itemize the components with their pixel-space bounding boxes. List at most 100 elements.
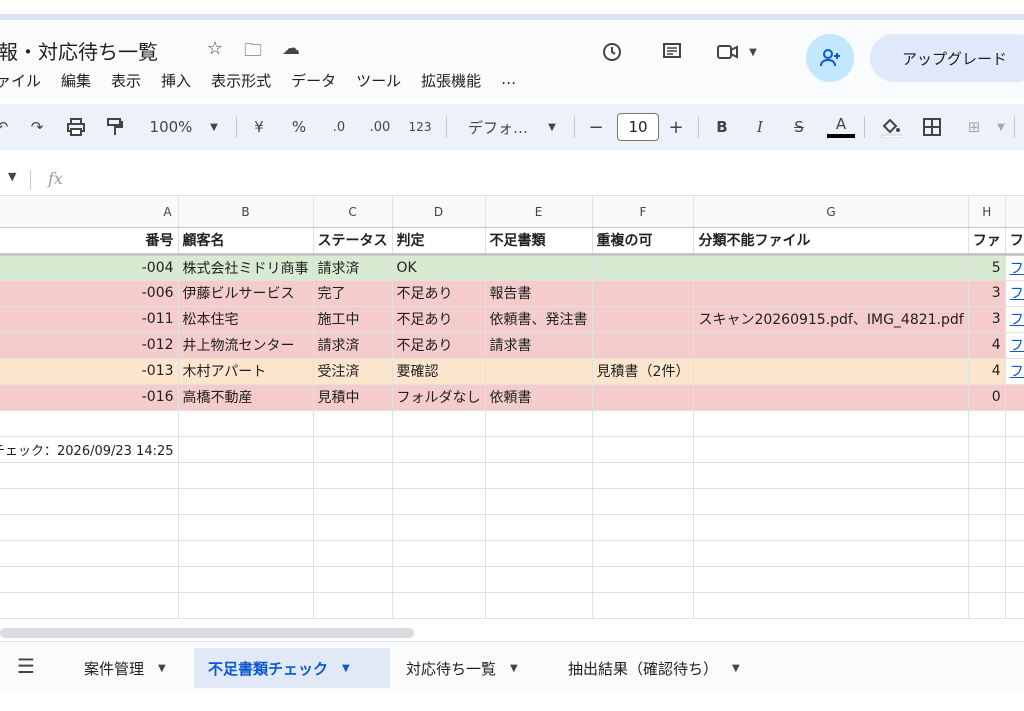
header-cell[interactable]: 判定 — [392, 227, 486, 256]
cell-empty[interactable] — [592, 462, 695, 489]
cell-empty[interactable] — [1005, 488, 1024, 515]
cell-empty[interactable] — [313, 592, 393, 619]
cell-empty[interactable] — [592, 514, 695, 541]
spreadsheet-grid[interactable]: A B C D E F G H I J 番号 顧客名 ステータス 判定 不足書類… — [0, 197, 1024, 637]
cell-number[interactable]: -013 — [0, 358, 179, 385]
cell-unclassified[interactable] — [693, 384, 969, 411]
cell-missing-docs[interactable]: 依頼書、発注書 — [485, 306, 593, 333]
italic-button[interactable]: I — [750, 104, 770, 150]
cell-empty[interactable] — [0, 592, 179, 619]
currency-format[interactable]: ¥ — [250, 104, 268, 150]
cell-status[interactable]: 見積中 — [313, 384, 393, 411]
cell-empty[interactable] — [693, 540, 969, 567]
zoom-select[interactable]: 100% — [146, 104, 196, 150]
zoom-dropdown-icon[interactable]: ▼ — [206, 104, 222, 150]
cell-empty[interactable] — [178, 592, 314, 619]
cell-folder-link[interactable]: フォルダを開く — [1005, 280, 1024, 307]
cell-missing-docs[interactable]: 依頼書 — [485, 384, 593, 411]
cell-judgement[interactable]: 不足あり — [392, 280, 486, 307]
cell-empty[interactable] — [485, 592, 593, 619]
cell-empty[interactable] — [1005, 436, 1024, 463]
cell-folder-link[interactable]: フォルダを開く — [1005, 306, 1024, 333]
sheet-table[interactable]: A B C D E F G H I J 番号 顧客名 ステータス 判定 不足書類… — [0, 197, 1024, 619]
cell-status[interactable]: 請求済 — [313, 254, 393, 281]
cell-empty[interactable] — [592, 410, 695, 437]
cell-empty[interactable] — [178, 462, 314, 489]
cell-empty[interactable] — [693, 488, 969, 515]
cell-empty[interactable] — [0, 462, 179, 489]
cell-empty[interactable] — [0, 566, 179, 593]
meet-dropdown-icon[interactable]: ▼ — [744, 36, 762, 68]
percent-format[interactable]: % — [288, 104, 310, 150]
cell-empty[interactable] — [313, 436, 393, 463]
cloud-status-icon[interactable]: ☁ — [279, 38, 303, 68]
cell-empty[interactable] — [392, 436, 486, 463]
cell-empty[interactable] — [392, 462, 486, 489]
cell-status[interactable]: 請求済 — [313, 332, 393, 359]
cell-folder-link[interactable]: フォルダを開く — [1005, 254, 1024, 281]
cell-empty[interactable] — [693, 436, 969, 463]
cell-missing-docs[interactable]: 報告書 — [485, 280, 593, 307]
redo-icon[interactable]: ↷ — [26, 104, 48, 150]
cell-status[interactable]: 受注済 — [313, 358, 393, 385]
font-dropdown-icon[interactable]: ▼ — [545, 104, 559, 150]
cell-empty[interactable] — [592, 592, 695, 619]
cell-empty[interactable] — [392, 540, 486, 567]
name-box-dropdown-icon[interactable]: ▼ — [8, 170, 16, 183]
caret-down-icon[interactable]: ▼ — [342, 663, 350, 674]
column-header-i[interactable]: I — [1005, 197, 1024, 228]
cell-empty[interactable] — [485, 566, 593, 593]
cell-empty[interactable] — [178, 410, 314, 437]
sheet-tab-pending-list[interactable]: 対応待ち一覧 ▼ — [392, 648, 532, 688]
cell-duplicates[interactable] — [592, 280, 695, 307]
cell-empty[interactable] — [693, 566, 969, 593]
cell-empty[interactable] — [1005, 462, 1024, 489]
cell-empty[interactable] — [392, 410, 486, 437]
column-header-h[interactable]: H — [968, 197, 1006, 228]
move-folder-icon[interactable]: 🗀 — [241, 38, 265, 68]
cell-file-count[interactable]: 3 — [968, 306, 1006, 333]
cell-customer[interactable]: 井上物流センター — [178, 332, 314, 359]
cell-empty[interactable] — [0, 514, 179, 541]
column-header-d[interactable]: D — [392, 197, 486, 228]
cell-duplicates[interactable] — [592, 332, 695, 359]
cell-empty[interactable] — [1005, 566, 1024, 593]
font-select[interactable]: デフォ… — [462, 104, 534, 150]
menu-data[interactable]: データ — [291, 70, 336, 91]
undo-icon[interactable]: ↶ — [0, 104, 10, 150]
document-title[interactable]: 報・対応待ち一覧 — [0, 36, 158, 65]
menu-insert[interactable]: 挿入 — [161, 70, 191, 91]
cell-missing-docs[interactable] — [485, 358, 593, 385]
cell-empty[interactable] — [968, 514, 1006, 541]
strikethrough-button[interactable]: S — [788, 104, 810, 150]
cell-number[interactable]: -004 — [0, 254, 179, 281]
cell-empty[interactable] — [313, 566, 393, 593]
cell-unclassified[interactable] — [693, 280, 969, 307]
cell-duplicates[interactable] — [592, 384, 695, 411]
cell-empty[interactable] — [968, 488, 1006, 515]
caret-down-icon[interactable]: ▼ — [510, 663, 518, 674]
cell-judgement[interactable]: OK — [392, 254, 486, 281]
cell-unclassified[interactable]: スキャン20260915.pdf、IMG_4821.pdf — [693, 306, 969, 333]
sheet-tab-extraction-results[interactable]: 抽出結果（確認待ち） ▼ — [554, 648, 754, 688]
cell-empty[interactable] — [0, 410, 179, 437]
cell-empty[interactable] — [485, 462, 593, 489]
cell-empty[interactable] — [968, 462, 1006, 489]
check-timestamp[interactable]: チェック：2026/09/23 14:25 — [0, 436, 179, 463]
cell-folder-link[interactable] — [1005, 384, 1024, 411]
sheet-tab-project-management[interactable]: 案件管理 ▼ — [70, 648, 180, 688]
cell-empty[interactable] — [968, 540, 1006, 567]
cell-file-count[interactable]: 0 — [968, 384, 1006, 411]
decrease-decimal[interactable]: .0 — [326, 104, 352, 150]
header-cell[interactable]: 分類不能ファイル — [693, 227, 969, 256]
more-formats[interactable]: 123 — [406, 104, 434, 150]
menu-edit[interactable]: 編集 — [61, 70, 91, 91]
menu-view[interactable]: 表示 — [111, 70, 141, 91]
menu-tools[interactable]: ツール — [356, 70, 401, 91]
cell-empty[interactable] — [1005, 540, 1024, 567]
cell-empty[interactable] — [968, 592, 1006, 619]
cell-empty[interactable] — [1005, 514, 1024, 541]
cell-empty[interactable] — [968, 566, 1006, 593]
cell-empty[interactable] — [178, 566, 314, 593]
cell-empty[interactable] — [313, 488, 393, 515]
